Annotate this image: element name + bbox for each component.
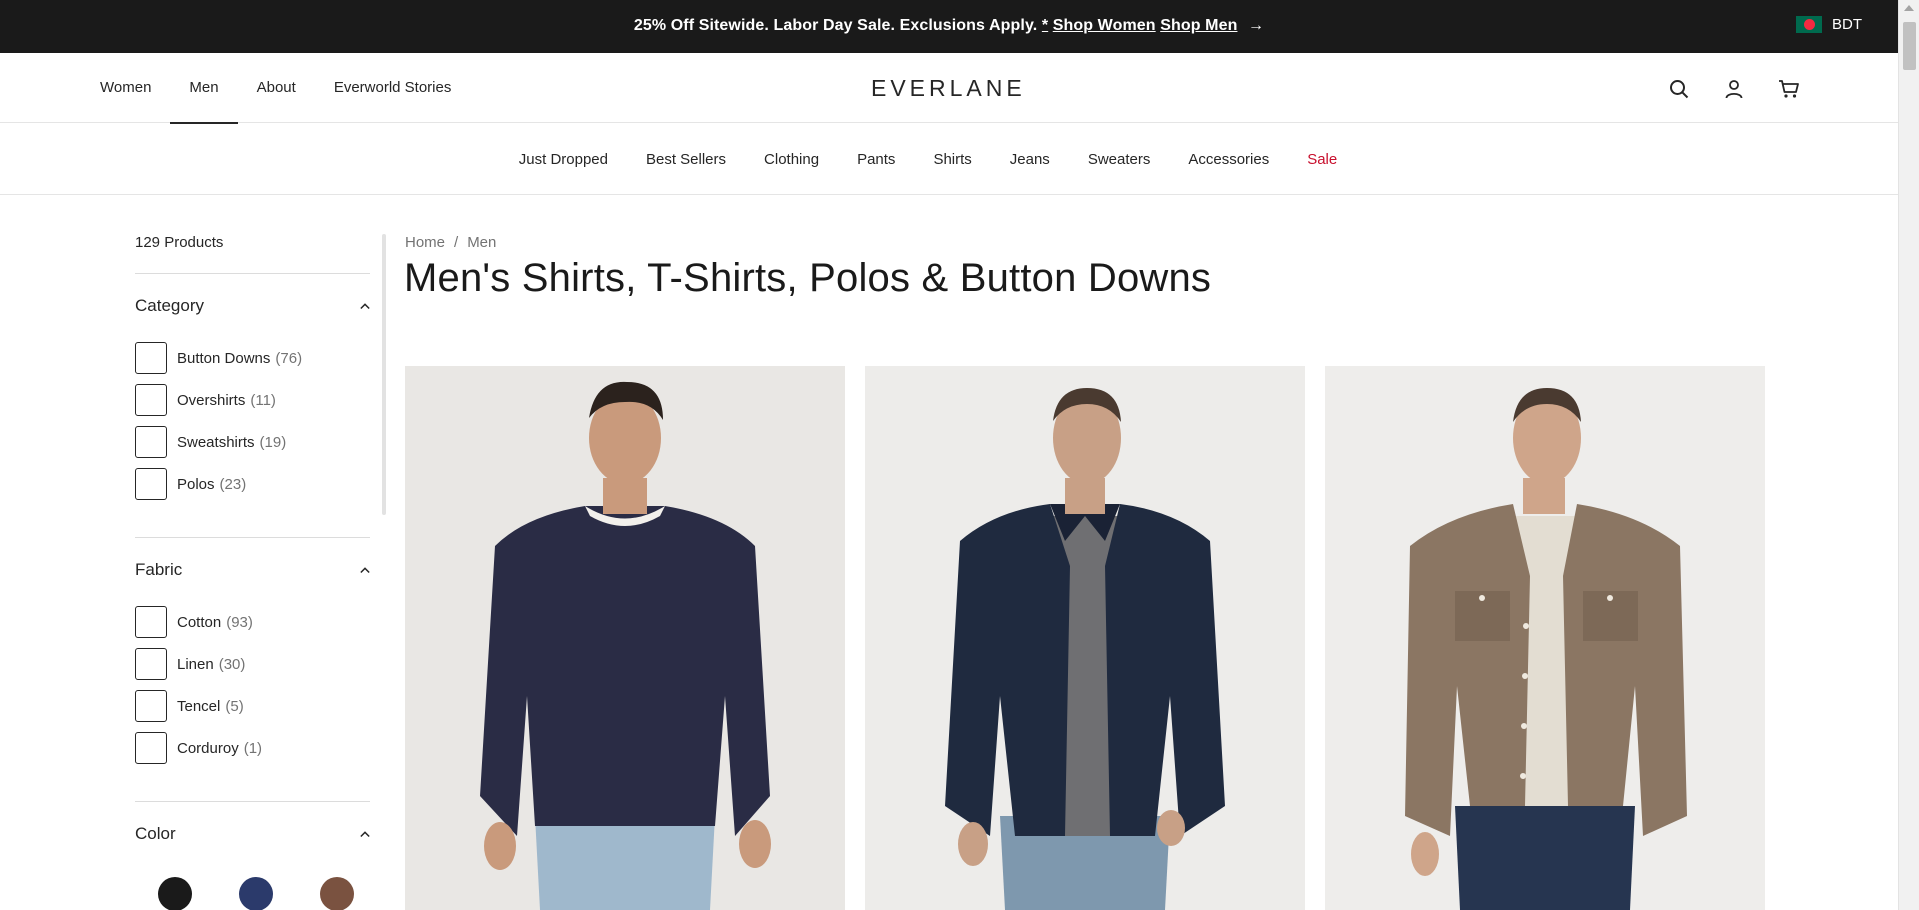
filter-fabric-list: Cotton (93) Linen (30) Tencel (5) Cordur… (135, 601, 262, 769)
filter-option-cotton[interactable]: Cotton (93) (135, 601, 262, 643)
option-count: (5) (225, 697, 244, 715)
promo-exclusions-link[interactable]: * (1042, 17, 1048, 34)
filter-color-header[interactable]: Color (135, 824, 370, 844)
chevron-up-icon (360, 831, 370, 838)
subnav-sale[interactable]: Sale (1288, 151, 1356, 168)
breadcrumb-separator: / (454, 234, 459, 251)
option-label: Sweatshirts (177, 433, 255, 451)
option-count: (30) (218, 655, 246, 673)
option-count: (1) (243, 739, 263, 757)
divider (135, 273, 370, 274)
promo-message: 25% Off Sitewide. Labor Day Sale. Exclus… (0, 17, 1898, 35)
site-header: Women Men About Everworld Stories EVERLA… (0, 53, 1898, 124)
breadcrumb-home[interactable]: Home (405, 234, 445, 251)
option-count: (93) (226, 613, 253, 631)
filter-option-button-downs[interactable]: Button Downs (76) (135, 337, 302, 379)
product-image (865, 366, 1305, 910)
shop-men-link[interactable]: Shop Men (1160, 17, 1237, 34)
filter-option-sweatshirts[interactable]: Sweatshirts (19) (135, 421, 302, 463)
product-card[interactable] (865, 366, 1305, 910)
subnav-sweaters[interactable]: Sweaters (1069, 151, 1170, 168)
chevron-up-icon (360, 303, 370, 310)
subnav-just-dropped[interactable]: Just Dropped (500, 151, 627, 168)
filter-color-title: Color (135, 824, 176, 843)
option-label: Corduroy (177, 739, 239, 757)
subnav-accessories[interactable]: Accessories (1169, 151, 1288, 168)
page-scrollbar[interactable] (1898, 0, 1919, 910)
checkbox[interactable] (135, 384, 167, 416)
filter-fabric-header[interactable]: Fabric (135, 560, 370, 580)
promo-bar: 25% Off Sitewide. Labor Day Sale. Exclus… (0, 0, 1898, 53)
filter-category-list: Button Downs (76) Overshirts (11) Sweats… (135, 337, 302, 505)
filter-category-title: Category (135, 296, 204, 315)
currency-code: BDT (1832, 16, 1862, 33)
filter-option-tencel[interactable]: Tencel (5) (135, 685, 262, 727)
filter-option-polos[interactable]: Polos (23) (135, 463, 302, 505)
color-swatches (158, 877, 354, 910)
promo-text: 25% Off Sitewide. Labor Day Sale. Exclus… (633, 17, 1038, 34)
filter-option-corduroy[interactable]: Corduroy (1) (135, 727, 262, 769)
main-nav: Women Men About Everworld Stories (100, 53, 471, 124)
subnav-best-sellers[interactable]: Best Sellers (627, 151, 745, 168)
chevron-up-icon (360, 567, 370, 574)
nav-everworld-stories[interactable]: Everworld Stories (315, 53, 471, 123)
option-label: Overshirts (177, 391, 246, 409)
divider (135, 537, 370, 538)
search-icon[interactable] (1665, 75, 1692, 102)
product-image (1325, 366, 1765, 910)
scroll-thumb[interactable] (1903, 22, 1916, 70)
option-count: (19) (259, 433, 287, 451)
option-count: (11) (250, 391, 276, 409)
option-label: Tencel (177, 697, 221, 715)
scroll-up-arrow-icon[interactable] (1904, 5, 1914, 11)
option-label: Linen (177, 655, 214, 673)
option-label: Button Downs (177, 349, 271, 367)
checkbox[interactable] (135, 648, 167, 680)
nav-men[interactable]: Men (170, 53, 238, 124)
filter-option-linen[interactable]: Linen (30) (135, 643, 262, 685)
arrow-right-icon[interactable]: → (1248, 17, 1264, 35)
bangladesh-flag-icon (1796, 16, 1822, 33)
category-subnav: Just Dropped Best Sellers Clothing Pants… (0, 124, 1898, 195)
filter-fabric-title: Fabric (135, 560, 183, 579)
nav-women[interactable]: Women (100, 53, 170, 123)
subnav-jeans[interactable]: Jeans (991, 151, 1069, 168)
filter-category-header[interactable]: Category (135, 296, 370, 316)
checkbox[interactable] (135, 732, 167, 764)
subnav-shirts[interactable]: Shirts (914, 151, 990, 168)
product-image (405, 366, 845, 910)
breadcrumb: Home / Men (405, 234, 496, 251)
checkbox[interactable] (135, 606, 167, 638)
cart-icon[interactable] (1775, 75, 1802, 102)
checkbox[interactable] (135, 426, 167, 458)
checkbox[interactable] (135, 468, 167, 500)
breadcrumb-men[interactable]: Men (467, 234, 496, 251)
color-swatch-brown[interactable] (320, 877, 354, 910)
account-icon[interactable] (1720, 75, 1747, 102)
shop-women-link[interactable]: Shop Women (1053, 17, 1156, 34)
option-label: Polos (177, 475, 215, 493)
product-card[interactable] (1325, 366, 1765, 910)
everlane-logo[interactable]: EVERLANE (871, 75, 1026, 102)
option-count: (76) (275, 349, 303, 367)
currency-selector[interactable]: BDT (1796, 16, 1862, 33)
color-swatch-black[interactable] (158, 877, 192, 910)
page-title: Men's Shirts, T-Shirts, Polos & Button D… (404, 256, 1212, 300)
product-card[interactable] (405, 366, 845, 910)
product-grid (405, 366, 1765, 910)
filter-option-overshirts[interactable]: Overshirts (11) (135, 379, 302, 421)
subnav-clothing[interactable]: Clothing (745, 151, 838, 168)
header-actions (1665, 75, 1802, 102)
sidebar-scrollbar[interactable] (382, 234, 386, 515)
checkbox[interactable] (135, 342, 167, 374)
option-label: Cotton (177, 613, 222, 631)
color-swatch-navy[interactable] (239, 877, 273, 910)
filter-sidebar: 129 Products Category Button Downs (76) … (135, 195, 386, 910)
checkbox[interactable] (135, 690, 167, 722)
nav-about[interactable]: About (238, 53, 315, 123)
option-count: (23) (219, 475, 247, 493)
subnav-pants[interactable]: Pants (838, 151, 914, 168)
divider (135, 801, 370, 802)
product-count: 129 Products (135, 234, 224, 251)
